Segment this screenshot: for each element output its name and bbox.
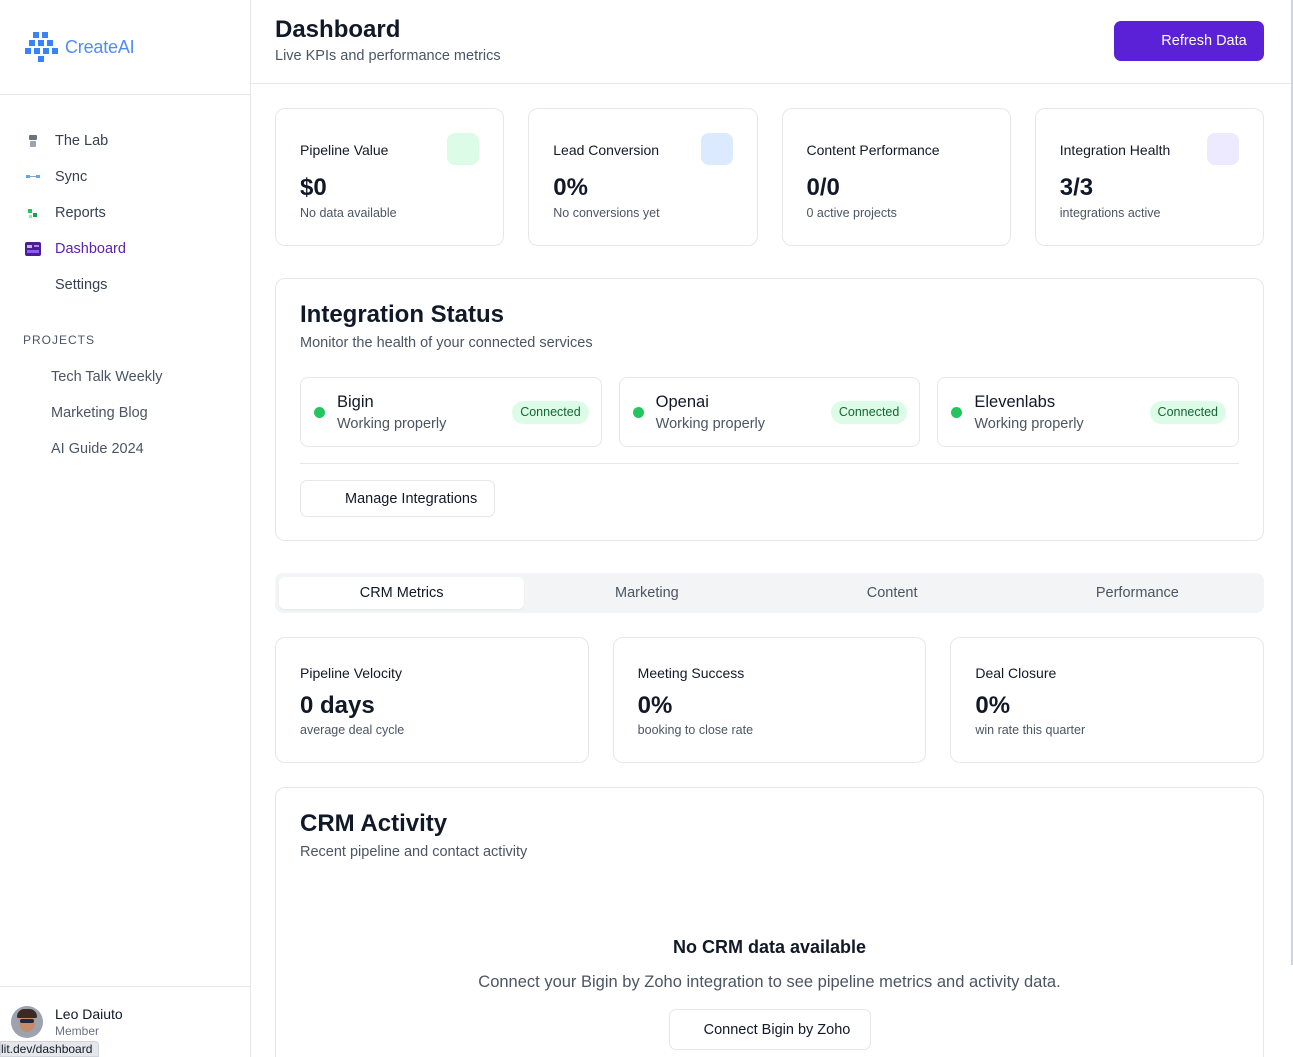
brand-name: CreateAI [65, 36, 135, 57]
kpi-value: $0 [300, 174, 327, 201]
user-name: Leo Daiuto [55, 1006, 123, 1022]
kpi-icon [1207, 133, 1239, 165]
tab-marketing[interactable]: Marketing [524, 577, 769, 609]
manage-integrations-button[interactable]: Manage Integrations [300, 480, 495, 517]
kpi-card-pipeline-value: Pipeline Value $0 No data available [275, 108, 505, 246]
kpi-label: Lead Conversion [553, 142, 660, 158]
kpi-label: Pipeline Value [300, 142, 389, 158]
project-item[interactable]: Tech Talk Weekly [0, 359, 250, 395]
refresh-data-button[interactable]: Refresh Data [1114, 21, 1264, 61]
tab-content[interactable]: Content [770, 577, 1015, 609]
kpi-note: No data available [300, 206, 397, 220]
kpi-value: 0% [553, 174, 588, 201]
divider [300, 463, 1239, 464]
integration-item-elevenlabs: Elevenlabs Working properly Connected [937, 377, 1240, 447]
card-subtitle: Recent pipeline and contact activity [300, 844, 528, 860]
main-content: Dashboard Live KPIs and performance metr… [251, 0, 1293, 1057]
nav-item-reports[interactable]: Reports [0, 195, 250, 231]
projects-heading: PROJECTS [23, 333, 96, 347]
nav-label: Settings [55, 277, 108, 293]
integration-state: Working properly [337, 416, 447, 432]
logo-icon [25, 30, 61, 64]
card-title: CRM Activity [300, 810, 448, 837]
metrics-tabs: CRM Metrics Marketing Content Performanc… [275, 573, 1264, 613]
integration-state: Working properly [974, 416, 1084, 432]
sidebar: CreateAI The Lab Sync Reports Dashboard [0, 0, 251, 1057]
integration-name: Bigin [337, 393, 374, 411]
integration-item-bigin: Bigin Working properly Connected [300, 377, 602, 447]
kpi-note: No conversions yet [553, 206, 660, 220]
metric-value: 0 days [300, 692, 375, 719]
nav-label: Dashboard [55, 241, 126, 257]
empty-state-title: No CRM data available [672, 937, 867, 957]
metric-card-meeting-success: Meeting Success 0% booking to close rate [612, 637, 927, 763]
metric-card-pipeline-velocity: Pipeline Velocity 0 days average deal cy… [275, 637, 589, 763]
tab-performance[interactable]: Performance [1015, 577, 1260, 609]
integration-list: Bigin Working properly Connected Openai … [300, 377, 1240, 447]
crm-activity-card: CRM Activity Recent pipeline and contact… [275, 787, 1264, 1057]
page-header: Dashboard Live KPIs and performance metr… [251, 0, 1293, 84]
nav-item-settings[interactable]: Settings [0, 267, 250, 303]
sync-icon [25, 169, 41, 185]
avatar [11, 1006, 43, 1038]
logo[interactable]: CreateAI [0, 0, 250, 95]
metric-label: Meeting Success [637, 665, 745, 681]
user-role: Member [55, 1024, 100, 1038]
nav-item-sync[interactable]: Sync [0, 159, 250, 195]
integration-item-openai: Openai Working properly Connected [618, 377, 921, 447]
dashboard-icon [25, 241, 41, 257]
main-nav: The Lab Sync Reports Dashboard Settings [0, 95, 250, 303]
empty-state-description: Connect your Bigin by Zoho integration t… [478, 973, 1061, 991]
lab-icon [25, 133, 41, 149]
metric-label: Deal Closure [975, 665, 1057, 681]
project-item[interactable]: Marketing Blog [0, 395, 250, 431]
nav-item-dashboard[interactable]: Dashboard [0, 231, 250, 267]
nav-item-the-lab[interactable]: The Lab [0, 123, 250, 159]
kpi-cards: Pipeline Value $0 No data available Lead… [275, 108, 1264, 246]
nav-label: Sync [55, 169, 88, 185]
status-bar-url: lit.dev/dashboard [0, 1041, 100, 1057]
integration-status-card: Integration Status Monitor the health of… [275, 278, 1264, 541]
kpi-card-content-performance: Content Performance 0/0 0 active project… [781, 108, 1011, 246]
kpi-note: 0 active projects [806, 206, 897, 220]
page-subtitle: Live KPIs and performance metrics [275, 48, 501, 64]
status-badge: Connected [1149, 401, 1227, 424]
card-title: Integration Status [300, 301, 505, 328]
nav-label: The Lab [55, 133, 109, 149]
metric-value: 0% [637, 692, 673, 719]
status-badge: Connected [512, 401, 589, 424]
card-subtitle: Monitor the health of your connected ser… [300, 335, 593, 351]
kpi-note: integrations active [1059, 206, 1161, 220]
connect-bigin-button[interactable]: Connect Bigin by Zoho [669, 1009, 871, 1050]
metric-note: booking to close rate [637, 723, 754, 737]
kpi-card-lead-conversion: Lead Conversion 0% No conversions yet [528, 108, 758, 246]
metric-card-deal-closure: Deal Closure 0% win rate this quarter [950, 637, 1265, 763]
projects-list: Tech Talk Weekly Marketing Blog AI Guide… [0, 359, 250, 467]
kpi-card-integration-health: Integration Health 3/3 integrations acti… [1034, 108, 1264, 246]
reports-icon [25, 205, 41, 221]
kpi-label: Integration Health [1059, 142, 1171, 158]
kpi-value: 0/0 [806, 174, 840, 201]
project-item[interactable]: AI Guide 2024 [0, 431, 250, 467]
integration-state: Working properly [655, 416, 766, 432]
metric-note: average deal cycle [300, 723, 405, 737]
status-badge: Connected [830, 401, 908, 424]
integration-name: Openai [655, 393, 709, 411]
status-dot-icon [314, 407, 325, 418]
page-title: Dashboard [275, 16, 401, 43]
metric-label: Pipeline Velocity [300, 665, 402, 681]
status-dot-icon [632, 407, 644, 418]
status-dot-icon [951, 407, 963, 418]
kpi-label: Content Performance [806, 142, 940, 158]
integration-name: Elevenlabs [974, 393, 1056, 411]
kpi-icon [700, 133, 733, 165]
kpi-value: 3/3 [1059, 174, 1094, 201]
metric-note: win rate this quarter [975, 723, 1086, 737]
kpi-icon [447, 133, 480, 165]
crm-metric-cards: Pipeline Velocity 0 days average deal cy… [275, 637, 1265, 763]
tab-crm-metrics[interactable]: CRM Metrics [279, 577, 525, 609]
nav-label: Reports [55, 205, 106, 221]
metric-value: 0% [975, 692, 1011, 719]
